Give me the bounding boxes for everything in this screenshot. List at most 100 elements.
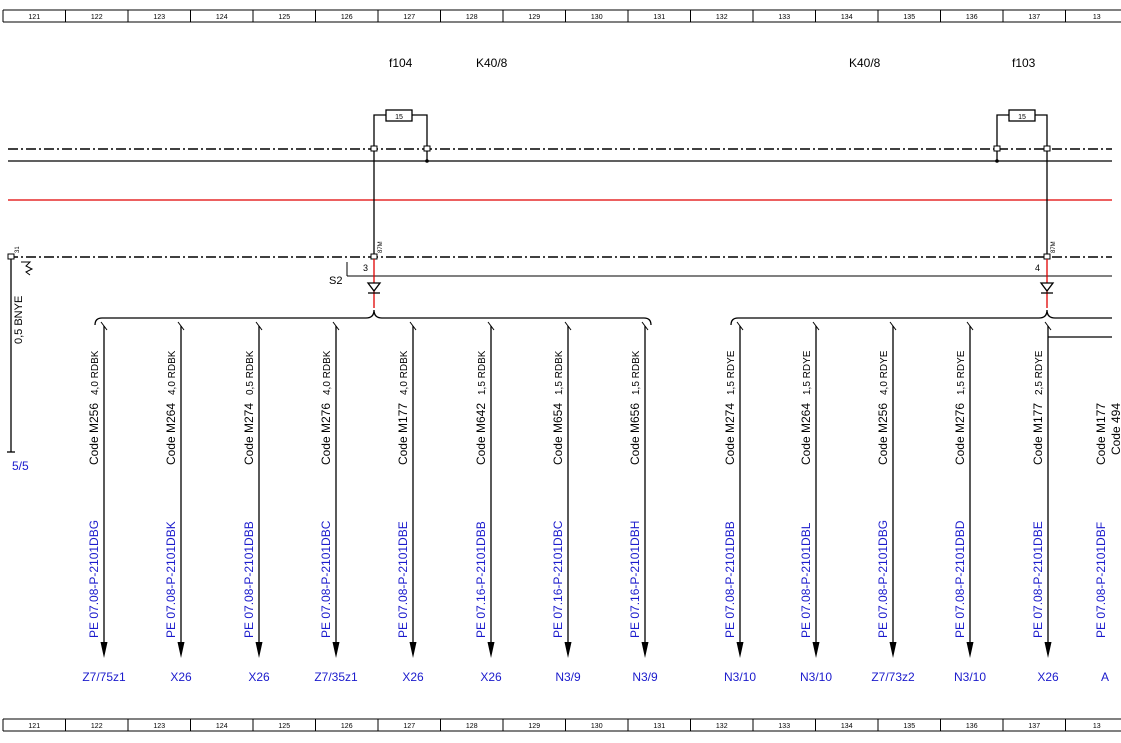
document-reference[interactable]: PE 07.16-P-2101DBC bbox=[551, 520, 565, 638]
branch-wire: Code M177 Code 494 PE 07.08-P-2101DBF A bbox=[1094, 403, 1121, 684]
ruler-bottom-labels: 121 122 123 124 125 126 127 128 129 130 131 132 133 1… bbox=[28, 719, 1101, 731]
ruler-top-labels: 121 122 123 124 125 126 127 128 129 130 131 132 133 1… bbox=[28, 10, 1101, 22]
code-label: Code M256 bbox=[876, 403, 890, 465]
destination-reference[interactable]: N3/10 bbox=[954, 670, 986, 684]
branch-wire: 4,0 RDBK Code M177 PE 07.08-P-2101DBE X26 bbox=[396, 321, 424, 684]
document-reference[interactable]: PE 07.08-P-2101DBG bbox=[876, 520, 890, 638]
destination-reference[interactable]: N3/10 bbox=[800, 670, 832, 684]
ground-stub: 31 0,5 BNYE 5/5 bbox=[7, 246, 34, 473]
branch-braces bbox=[94, 309, 1112, 338]
fuse-rating: 15 bbox=[395, 114, 403, 121]
document-reference[interactable]: PE 07.08-P-2101DBC bbox=[319, 520, 333, 638]
wire-label: 1,5 RDYE bbox=[802, 350, 813, 395]
destination-reference[interactable]: N3/9 bbox=[555, 670, 581, 684]
arrow-head bbox=[255, 642, 263, 658]
wire-label: 1,5 RDYE bbox=[726, 350, 737, 395]
ruler-label: 123 bbox=[153, 14, 165, 21]
relay-label: K40/8 bbox=[849, 56, 881, 70]
destination-reference[interactable]: Z7/75z1 bbox=[82, 670, 126, 684]
relay-label: K40/8 bbox=[476, 56, 508, 70]
document-reference[interactable]: PE 07.08-P-2101DBE bbox=[396, 521, 410, 638]
branch-wire: 2,5 RDYE Code M177 PE 07.08-P-2101DBE X26 bbox=[1031, 321, 1059, 684]
ruler-label: 128 bbox=[466, 723, 478, 730]
wire-label: 1,5 RDBK bbox=[554, 350, 565, 395]
branch-wire: 1,5 RDYE Code M274 PE 07.08-P-2101DBB N3/10 bbox=[723, 321, 756, 684]
destination-reference[interactable]: X26 bbox=[1037, 670, 1059, 684]
ruler-label: 132 bbox=[716, 723, 728, 730]
ruler-bottom bbox=[2, 718, 1121, 732]
ruler-label: 124 bbox=[216, 14, 228, 21]
wire-label: 0,5 RDBK bbox=[245, 350, 256, 395]
ruler-top bbox=[2, 9, 1121, 23]
wire-label: 0,5 BNYE bbox=[13, 296, 25, 344]
fuse-name: f104 bbox=[389, 56, 413, 70]
ruler-label: 13 bbox=[1093, 723, 1101, 730]
ruler-label: 137 bbox=[1028, 14, 1040, 21]
destination-reference[interactable]: X26 bbox=[170, 670, 192, 684]
ruler-label: 135 bbox=[903, 723, 915, 730]
branch-wire: 4,0 RDBK Code M256 PE 07.08-P-2101DBG Z7/75… bbox=[82, 321, 126, 684]
ruler-label: 130 bbox=[591, 723, 603, 730]
ruler-label: 123 bbox=[153, 723, 165, 730]
fuse-name: f103 bbox=[1012, 56, 1036, 70]
code-label: Code M656 bbox=[628, 403, 642, 465]
ruler-label: 131 bbox=[653, 14, 665, 21]
document-reference[interactable]: PE 07.08-P-2101DBK bbox=[164, 521, 178, 638]
destination-reference[interactable]: X26 bbox=[248, 670, 270, 684]
code-label: Code M274 bbox=[242, 403, 256, 465]
ruler-label: 121 bbox=[28, 723, 40, 730]
destination-reference[interactable]: X26 bbox=[402, 670, 424, 684]
ruler-label: 128 bbox=[466, 14, 478, 21]
code-label: Code M264 bbox=[164, 403, 178, 465]
code-label: Code 494 bbox=[1109, 403, 1121, 455]
ruler-label: 133 bbox=[778, 723, 790, 730]
ruler-label: 135 bbox=[903, 14, 915, 21]
document-reference[interactable]: PE 07.16-P-2101DBH bbox=[628, 521, 642, 638]
wire-label: 1,5 RDBK bbox=[477, 350, 488, 395]
document-reference[interactable]: PE 07.08-P-2101DBG bbox=[87, 520, 101, 638]
destination-reference[interactable]: N3/10 bbox=[724, 670, 756, 684]
wire-label: 1,5 RDBK bbox=[631, 350, 642, 395]
ruler-label: 131 bbox=[653, 723, 665, 730]
document-reference[interactable]: PE 07.08-P-2101DBF bbox=[1094, 522, 1108, 638]
branches: 4,0 RDBK Code M256 PE 07.08-P-2101DBG Z7/75… bbox=[82, 321, 1121, 684]
document-reference[interactable]: PE 07.08-P-2101DBE bbox=[1031, 521, 1045, 638]
destination-reference[interactable]: Z7/35z1 bbox=[314, 670, 358, 684]
branch-wire: 1,5 RDYE Code M276 PE 07.08-P-2101DBD N3/10 bbox=[953, 321, 986, 684]
destination-reference[interactable]: Z7/73z2 bbox=[871, 670, 915, 684]
document-reference[interactable]: PE 07.16-P-2101DBB bbox=[474, 521, 488, 638]
wire-label: 1,5 RDYE bbox=[956, 350, 967, 395]
destination-reference[interactable]: N3/9 bbox=[632, 670, 658, 684]
document-reference[interactable]: PE 07.08-P-2101DBB bbox=[242, 521, 256, 638]
arrow-head bbox=[409, 642, 417, 658]
ruler-label: 130 bbox=[591, 14, 603, 21]
ruler-label: 132 bbox=[716, 14, 728, 21]
document-reference[interactable]: PE 07.08-P-2101DBL bbox=[799, 522, 813, 638]
branch-wire: 1,5 RDBK Code M654 PE 07.16-P-2101DBC N3/9 bbox=[551, 321, 581, 684]
branch-wire: 1,5 RDBK Code M656 PE 07.16-P-2101DBH N3/9 bbox=[628, 321, 658, 684]
branch-wire: 0,5 RDBK Code M274 PE 07.08-P-2101DBB X26 bbox=[242, 321, 270, 684]
connector-pin: 3 bbox=[363, 263, 368, 273]
code-label: Code M177 bbox=[1094, 403, 1108, 465]
ruler-label: 129 bbox=[528, 14, 540, 21]
ruler-label: 134 bbox=[841, 14, 853, 21]
wire-label: 4,0 RDBK bbox=[322, 350, 333, 395]
destination-reference[interactable]: X26 bbox=[480, 670, 502, 684]
pin-label: 87M bbox=[1051, 241, 1057, 253]
document-reference[interactable]: PE 07.08-P-2101DBD bbox=[953, 520, 967, 638]
page-reference: 5/5 bbox=[12, 459, 29, 473]
document-reference[interactable]: PE 07.08-P-2101DBB bbox=[723, 521, 737, 638]
ruler-label: 122 bbox=[91, 14, 103, 21]
arrow-head bbox=[487, 642, 495, 658]
fuse-rating: 15 bbox=[1018, 114, 1026, 121]
wire-label: 4,0 RDYE bbox=[879, 350, 890, 395]
code-label: Code M177 bbox=[396, 403, 410, 465]
fuse-f104: f104 K40/8 15 87M 3 S2 bbox=[329, 56, 508, 308]
connector-name: S2 bbox=[329, 275, 342, 287]
connector-pin: 4 bbox=[1035, 263, 1040, 273]
branch-wire: 4,0 RDBK Code M264 PE 07.08-P-2101DBK X26 bbox=[164, 321, 192, 684]
ruler-label: 124 bbox=[216, 723, 228, 730]
destination-reference[interactable]: A bbox=[1101, 670, 1109, 684]
ruler-label: 127 bbox=[403, 723, 415, 730]
branch-wire: 4,0 RDYE Code M256 PE 07.08-P-2101DBG Z7/73… bbox=[871, 321, 915, 684]
